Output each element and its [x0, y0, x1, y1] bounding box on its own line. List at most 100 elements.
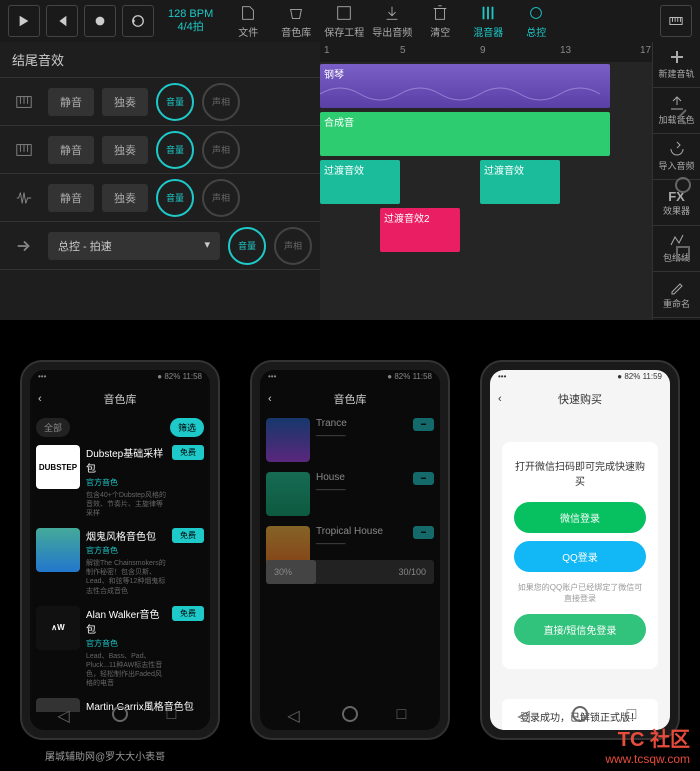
filter-button[interactable]: 筛选 — [170, 418, 204, 437]
sms-login-button[interactable]: 直接/短信免登录 — [514, 614, 646, 645]
rewind-button[interactable] — [46, 5, 78, 37]
pack-thumbnail — [266, 472, 310, 516]
phone-mockup-3: •••● 82% 11:59 ‹快速购买 打开微信扫码即可完成快速购买 微信登录… — [480, 360, 680, 740]
android-nav: ◁ □ — [268, 702, 432, 726]
toolbar: 128 BPM 4/4拍 文件 音色库 保存工程 导出音频 清空 混音器 总控 — [0, 0, 700, 42]
back-icon[interactable]: ◁ — [517, 706, 533, 722]
master-button[interactable]: 总控 — [515, 4, 557, 39]
export-audio[interactable]: 导出音频 — [371, 4, 413, 39]
pan-knob[interactable]: 声相 — [202, 83, 240, 121]
page-header: ‹ 音色库 — [260, 386, 440, 412]
volume-knob[interactable]: 音量 — [156, 179, 194, 217]
pan-knob[interactable]: 声相 — [202, 179, 240, 217]
rename-button[interactable]: 重命名 — [653, 272, 700, 318]
clip-fx3[interactable]: 过渡音效2 — [380, 208, 460, 252]
pack-desc: 包含40+个Dubstep风格的音效、节奏片、主旋律等采样 — [86, 491, 166, 518]
login-subtitle: 打开微信扫码即可完成快速购买 — [514, 458, 646, 488]
wave-icon — [8, 182, 40, 214]
pan-knob[interactable]: 声相 — [202, 131, 240, 169]
mute-button[interactable]: 静音 — [48, 184, 94, 212]
master-dropdown[interactable]: 总控 - 拍速▾ — [48, 232, 220, 260]
mixer-button[interactable]: 混音器 — [467, 4, 509, 39]
volume-knob[interactable]: 音量 — [156, 83, 194, 121]
sound-pack[interactable]: ∧W Alan Walker音色包官方音色Lead、Bass、Pad、Pluck… — [36, 606, 204, 688]
wechat-login-button[interactable]: 微信登录 — [514, 502, 646, 533]
page-header: ‹ 音色库 — [30, 386, 210, 412]
master-row[interactable]: 总控 - 拍速▾ 音量 声相 — [0, 222, 320, 270]
recent-icon[interactable]: □ — [397, 706, 413, 722]
file-menu[interactable]: 文件 — [227, 4, 269, 39]
watermark-text: 屠城辅助网@罗大大小表哥 — [45, 748, 165, 763]
system-nav — [666, 100, 700, 270]
new-track-button[interactable]: 新建音轨 — [653, 42, 700, 88]
keyboard-button[interactable] — [660, 5, 692, 37]
pack-title: Trance — [316, 418, 407, 429]
back-icon[interactable] — [674, 108, 692, 126]
pack-thumbnail: DUBSTEP — [36, 445, 80, 489]
mute-button[interactable]: 静音 — [48, 88, 94, 116]
pack-download-button[interactable]: 免费 — [172, 606, 204, 621]
solo-button[interactable]: 独奏 — [102, 184, 148, 212]
home-button[interactable] — [572, 706, 588, 722]
phone-mockup-2: •••● 82% 11:58 ‹音色库 Trance━━━━━━━ ━ Hous… — [250, 360, 450, 740]
solo-button[interactable]: 独奏 — [102, 136, 148, 164]
solo-button[interactable]: 独奏 — [102, 88, 148, 116]
pan-knob[interactable]: 声相 — [274, 227, 312, 265]
loop-button[interactable] — [122, 5, 154, 37]
pack-title: 烟鬼风格音色包 — [86, 528, 166, 543]
pack-download-button[interactable]: 免费 — [172, 528, 204, 543]
tempo-sig: 4/4拍 — [168, 21, 213, 34]
volume-knob[interactable]: 音量 — [228, 227, 266, 265]
sound-pack[interactable]: DUBSTEP Dubstep基础采样包官方音色包含40+个Dubstep风格的… — [36, 445, 204, 518]
login-box: 打开微信扫码即可完成快速购买 微信登录 QQ登录 如果您的QQ账户已经绑定了微信… — [502, 442, 658, 669]
track-row[interactable]: 静音 独奏 音量 声相 — [0, 78, 320, 126]
pack-title: House — [316, 472, 407, 483]
play-button[interactable] — [8, 5, 40, 37]
home-button[interactable] — [112, 706, 128, 722]
back-icon[interactable]: ‹ — [268, 393, 272, 405]
home-icon[interactable] — [674, 176, 692, 194]
record-button[interactable] — [84, 5, 116, 37]
status-bar: •••● 82% 11:58 — [30, 370, 210, 386]
ruler[interactable]: 1 5 9 13 17 — [320, 42, 700, 62]
phone-mockup-1: •••● 82% 11:58 ‹ 音色库 全部 筛选 DUBSTEP Dubste… — [20, 360, 220, 740]
pack-download-button[interactable]: 免费 — [172, 445, 204, 460]
mute-button[interactable]: 静音 — [48, 136, 94, 164]
filter-all[interactable]: 全部 — [36, 418, 70, 437]
recent-icon[interactable] — [674, 244, 692, 262]
back-icon[interactable]: ◁ — [287, 706, 303, 722]
track-panel: 结尾音效 静音 独奏 音量 声相 静音 独奏 音量 声相 静音 独奏 音量 声相 — [0, 42, 320, 320]
sound-pack[interactable]: 烟鬼风格音色包官方音色解锁The Chainsmokers的制作秘密！包含贝斯、… — [36, 528, 204, 595]
back-icon[interactable]: ‹ — [38, 393, 42, 405]
page-title: 音色库 — [104, 391, 137, 407]
qq-login-button[interactable]: QQ登录 — [514, 541, 646, 572]
sound-library[interactable]: 音色库 — [275, 4, 317, 39]
clip-fx2[interactable]: 过渡音效 — [480, 160, 560, 204]
save-project[interactable]: 保存工程 — [323, 4, 365, 39]
pack-button: ━ — [413, 418, 434, 431]
home-button[interactable] — [342, 706, 358, 722]
back-icon[interactable]: ◁ — [57, 706, 73, 722]
track-row[interactable]: 静音 独奏 音量 声相 — [0, 174, 320, 222]
track-row[interactable]: 静音 独奏 音量 声相 — [0, 126, 320, 174]
piano-icon — [8, 86, 40, 118]
sound-pack: House━━━━━━━ ━ — [266, 472, 434, 516]
pack-subtitle: 官方音色 — [86, 545, 166, 556]
back-icon[interactable]: ‹ — [498, 393, 502, 405]
clip-fx1[interactable]: 过渡音效 — [320, 160, 400, 204]
pack-thumbnail — [36, 528, 80, 572]
timeline[interactable]: 1 5 9 13 17 钢琴 合成音 过渡音效 过渡音效 过渡音效2 — [320, 42, 700, 320]
page-title: 音色库 — [334, 391, 367, 407]
pack-thumbnail: ∧W — [36, 606, 80, 650]
tempo-display[interactable]: 128 BPM 4/4拍 — [168, 8, 213, 34]
send-icon — [8, 230, 40, 262]
clip-piano[interactable]: 钢琴 — [320, 64, 610, 108]
recent-icon[interactable]: □ — [167, 706, 183, 722]
pack-button: ━ — [413, 526, 434, 539]
volume-knob[interactable]: 音量 — [156, 131, 194, 169]
clip-synth[interactable]: 合成音 — [320, 112, 610, 156]
clear-button[interactable]: 清空 — [419, 4, 461, 39]
recent-icon[interactable]: □ — [627, 706, 643, 722]
page-title: 快速购买 — [558, 391, 602, 407]
section-title: 结尾音效 — [0, 42, 320, 78]
